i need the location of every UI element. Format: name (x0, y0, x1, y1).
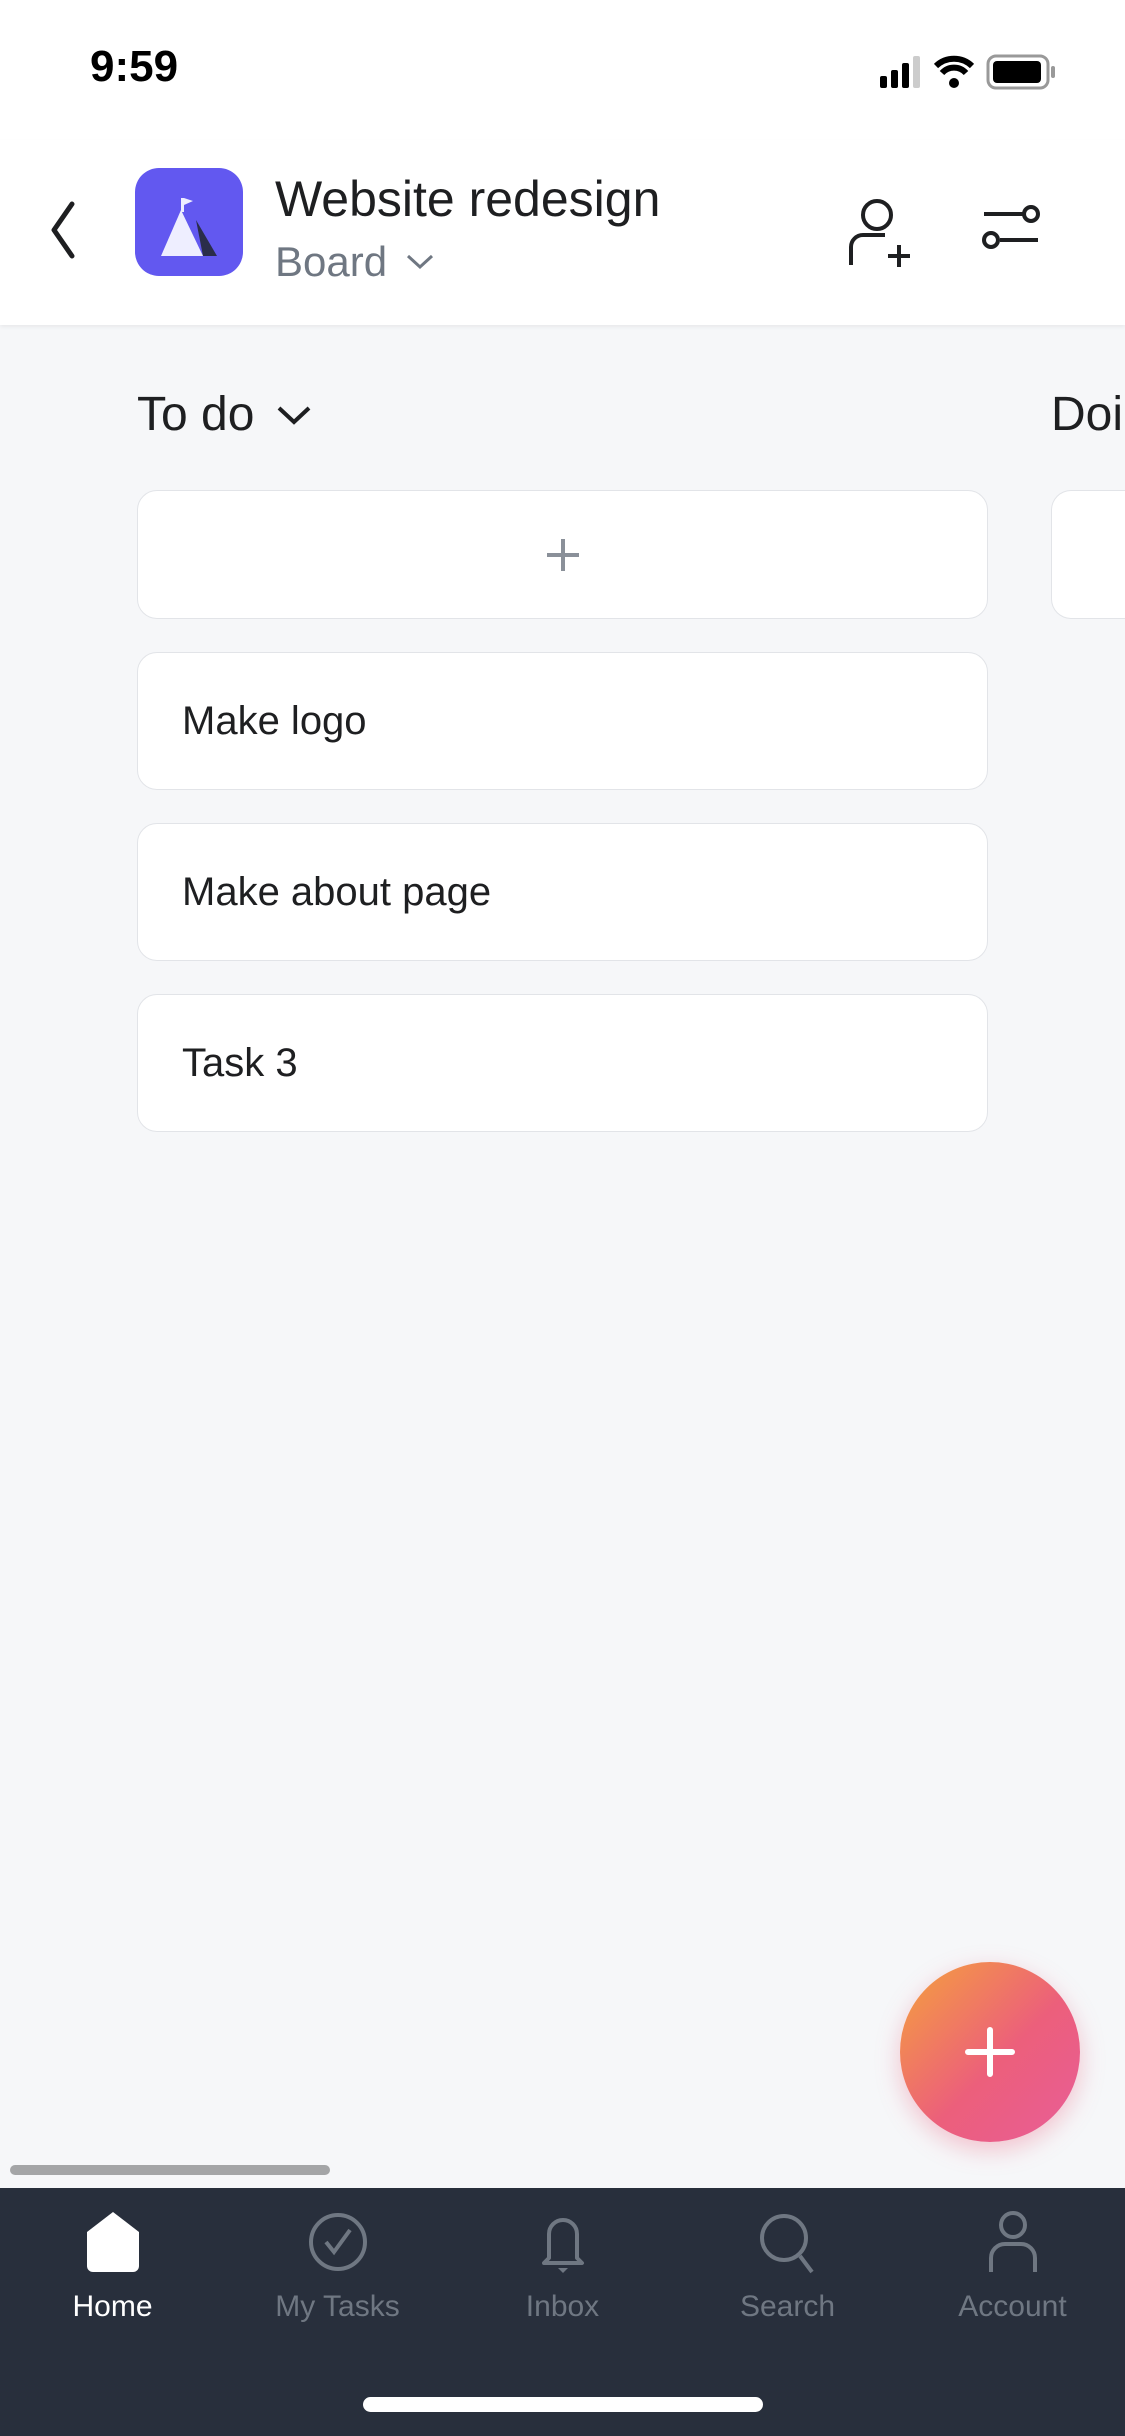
view-switcher[interactable]: Board (275, 238, 435, 286)
tab-home[interactable]: Home (0, 2208, 225, 2324)
task-name: Make logo (182, 698, 367, 743)
tab-label: My Tasks (275, 2290, 400, 2323)
tab-label: Home (72, 2290, 153, 2323)
add-fab-button[interactable] (900, 1962, 1080, 2142)
view-label: Board (275, 238, 388, 285)
tab-account[interactable]: Account (900, 2208, 1125, 2324)
status-icons (880, 54, 1055, 90)
tab-label: Inbox (525, 2290, 600, 2323)
filter-icon[interactable] (980, 202, 1042, 252)
status-bar: 9:59 (0, 0, 1125, 140)
task-card[interactable]: Task 3 (137, 994, 988, 1132)
project-header: Website redesign Board (0, 140, 1125, 325)
check-circle-icon (308, 2213, 367, 2271)
add-task-button[interactable] (137, 490, 988, 619)
task-card[interactable]: Make about page (137, 823, 988, 961)
tab-bar: Home My Tasks Inbox Search Account (0, 2188, 1125, 2436)
tab-label: Account (958, 2290, 1067, 2323)
column-header-to-do[interactable]: To do (137, 387, 312, 442)
mountain-flag-icon (161, 198, 217, 256)
horizontal-scrollbar[interactable] (10, 2165, 330, 2175)
status-time: 9:59 (90, 42, 179, 91)
column-title: To do (137, 388, 255, 441)
task-name: Make about page (182, 869, 492, 914)
column-title: Doi (1051, 388, 1124, 441)
project-title: Website redesign (275, 171, 661, 227)
task-card[interactable]: Make logo (137, 652, 988, 790)
plus-icon (546, 538, 579, 571)
bell-icon (541, 2218, 584, 2273)
column-header-doing[interactable]: Doi (1051, 387, 1123, 442)
tab-label: Search (739, 2290, 836, 2323)
chevron-down-icon (407, 254, 434, 270)
add-member-icon[interactable] (845, 195, 915, 270)
task-name: Task 3 (182, 1040, 298, 1085)
add-task-button[interactable] (1051, 490, 1125, 619)
tab-inbox[interactable]: Inbox (450, 2208, 675, 2324)
back-chevron-icon[interactable] (44, 198, 80, 262)
chevron-down-icon[interactable] (276, 404, 312, 426)
tab-search[interactable]: Search (675, 2208, 900, 2324)
search-icon (759, 2214, 814, 2274)
home-icon (86, 2212, 139, 2272)
person-icon (988, 2211, 1037, 2272)
home-indicator (363, 2397, 763, 2412)
plus-icon (965, 2027, 1015, 2077)
tab-my-tasks[interactable]: My Tasks (225, 2208, 450, 2324)
project-logo (135, 168, 243, 276)
